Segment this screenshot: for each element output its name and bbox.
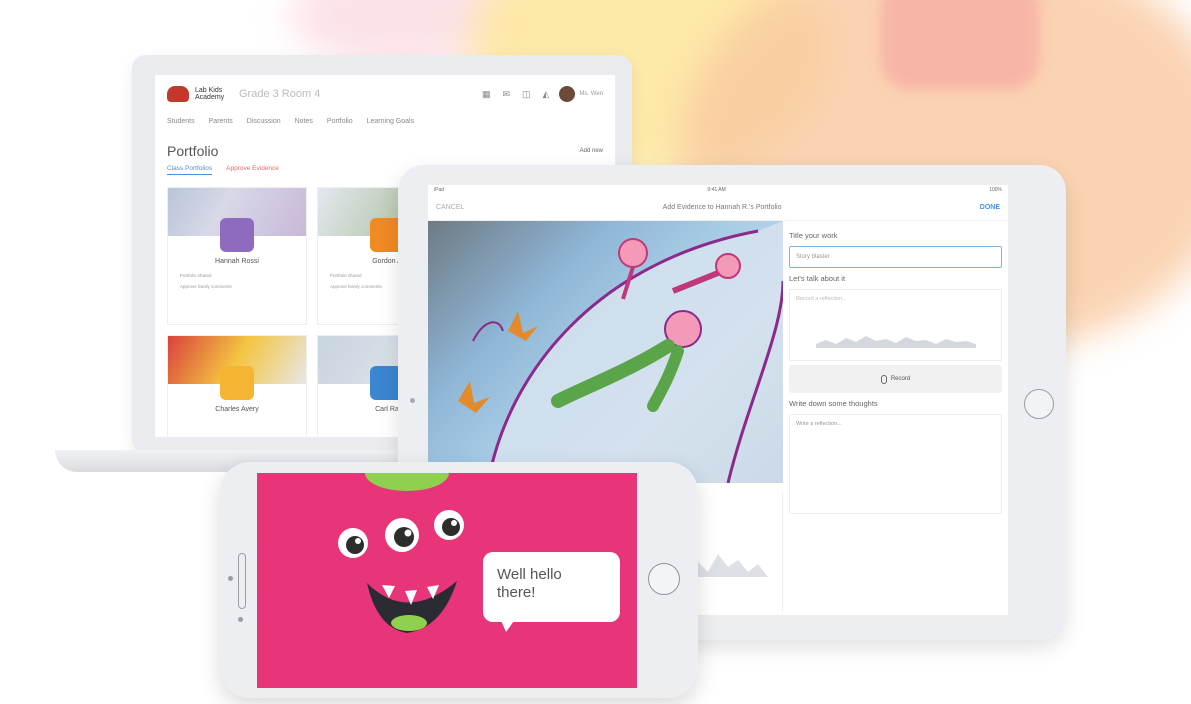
add-button[interactable]: Add new [580,148,603,154]
status-bar: iPad 9:41 AM 100% [428,185,1008,195]
chat-icon[interactable]: ◫ [522,89,531,100]
record-button[interactable]: Record [789,365,1002,393]
nav-item-portfolio[interactable]: Portfolio [327,118,353,125]
title-label: Title your work [789,231,838,240]
tab-approve-evidence[interactable]: Approve Evidence [226,165,279,175]
evidence-title: Add Evidence to Hannah R.'s Portfolio [662,204,782,211]
tablet-home-button[interactable] [1024,389,1054,419]
title-input[interactable]: Story blaster [789,246,1002,268]
phone-home-button[interactable] [648,563,680,595]
reflection-recorder[interactable]: Record a reflection... [789,289,1002,361]
nav-item-notes[interactable]: Notes [295,118,313,125]
evidence-form: Title your work Story blaster Let's talk… [783,221,1008,615]
laptop-topbar: Lab Kids Academy Grade 3 Room 4 ▦ ✉ ◫ ◭ … [155,75,615,113]
status-time: 9:41 AM [707,187,726,193]
nav-item-learning-goals[interactable]: Learning Goals [367,118,414,125]
student-name: Charles Avery [215,406,259,413]
done-button[interactable]: DONE [980,204,1000,211]
grid-icon[interactable]: ▦ [482,89,491,100]
reflection-placeholder: Record a reflection... [796,296,847,302]
phone-camera [228,576,233,581]
mail-icon[interactable]: ✉ [502,89,510,100]
page-title-row: Portfolio Add new [155,129,615,165]
record-label: Record [890,376,911,382]
card-meta: Portfolio shared Approve family comments [168,265,306,289]
nav-item-discussion[interactable]: Discussion [247,118,281,125]
audio-waveform-icon [816,336,976,348]
speech-bubble-tail [500,618,516,632]
evidence-header: CANCEL Add Evidence to Hannah R.'s Portf… [428,195,1008,221]
write-label: Write down some thoughts [789,399,878,408]
microphone-icon [880,374,887,384]
tab-class-portfolios[interactable]: Class Portfolios [167,165,213,175]
tablet-camera [410,398,415,403]
phone-sensor [238,617,243,622]
status-battery: 100% [989,187,1002,193]
nav-item-parents[interactable]: Parents [209,118,233,125]
cancel-button[interactable]: CANCEL [436,204,464,211]
brand-name: Lab Kids Academy [195,87,225,101]
student-drawing-photo [428,221,783,483]
bell-icon[interactable]: ◭ [543,89,550,100]
student-card[interactable]: Charles Avery [167,335,307,437]
user-name[interactable]: Ms. Wen [579,91,603,97]
nav-item-students[interactable]: Students [167,118,195,125]
write-placeholder: Write a reflection... [796,421,842,427]
phone-speaker [238,553,246,609]
topbar-icons: ▦ ✉ ◫ ◭ [482,89,550,100]
monster-avatar-icon [220,366,254,400]
talk-label: Let's talk about it [789,274,846,283]
monster-avatar-icon [220,218,254,252]
school-logo-icon[interactable] [167,86,189,102]
write-textarea[interactable]: Write a reflection... [789,414,1002,514]
laptop-nav: Students Parents Discussion Notes Portfo… [155,113,615,129]
speech-bubble: Well hello there! [483,552,620,622]
speech-text: Well hello there! [497,566,562,601]
avatar[interactable] [559,86,576,102]
class-name[interactable]: Grade 3 Room 4 [239,88,482,100]
card-meta-approve: Approve family comments [180,284,232,289]
student-card[interactable]: Hannah Rossi Portfolio shared Approve fa… [167,187,307,325]
page-title: Portfolio [167,143,219,159]
card-meta-shared: Portfolio shared [180,273,212,278]
student-name: Hannah Rossi [215,258,259,265]
status-device: iPad [434,187,445,193]
